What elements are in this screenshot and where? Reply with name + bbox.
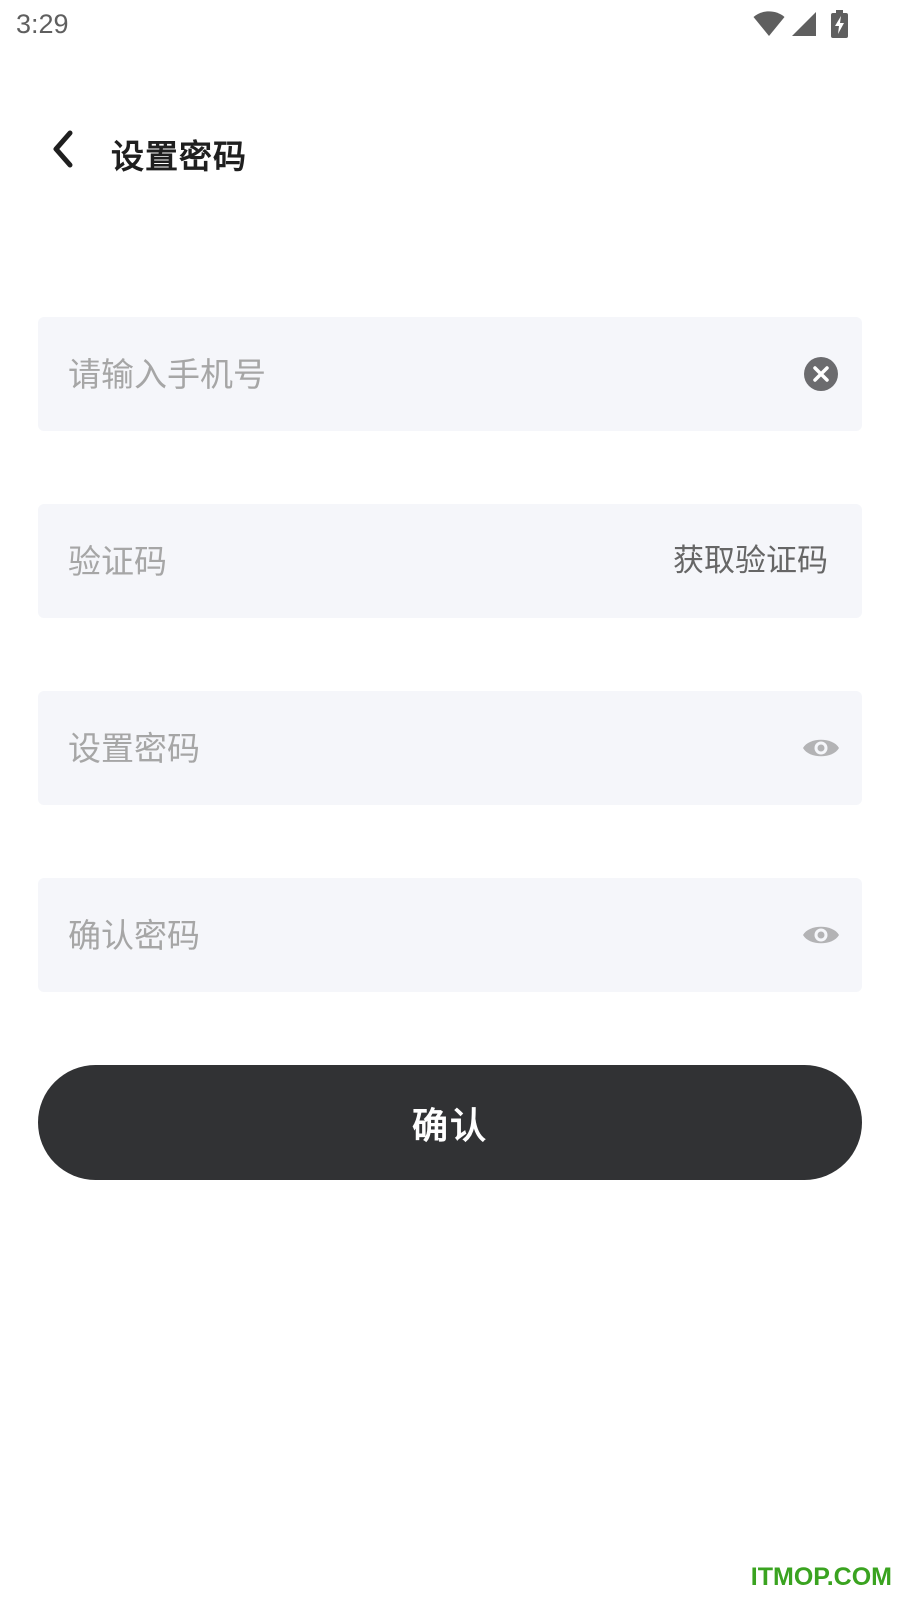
battery-charging-icon [831,10,848,38]
chevron-left-icon [50,129,76,173]
confirm-password-input[interactable] [68,878,688,992]
clear-circle-icon[interactable] [802,355,840,393]
set-password-screen: 3:29 设置密码 请输入手机号 验证码 获取验证码 确认 ITMOP.COM [0,0,900,1600]
back-button[interactable] [38,126,88,176]
set-password-input[interactable] [68,691,688,805]
status-bar: 3:29 [0,0,900,50]
wifi-icon [753,11,785,37]
verification-code-input[interactable] [68,504,588,618]
eye-icon[interactable] [802,916,840,954]
phone-input[interactable] [68,317,688,431]
cellular-signal-icon [791,11,817,37]
phone-field [38,317,862,431]
status-icons [753,9,848,39]
watermark: ITMOP.COM [750,1563,892,1591]
page-title: 设置密码 [111,137,247,176]
status-time: 3:29 [16,9,69,39]
confirm-button[interactable]: 确认 [38,1065,862,1180]
eye-icon[interactable] [802,729,840,767]
verification-code-field: 获取验证码 [38,504,862,618]
confirm-password-field [38,878,862,992]
set-password-field [38,691,862,805]
get-code-button[interactable]: 获取验证码 [673,504,828,618]
header: 设置密码 [0,112,900,192]
